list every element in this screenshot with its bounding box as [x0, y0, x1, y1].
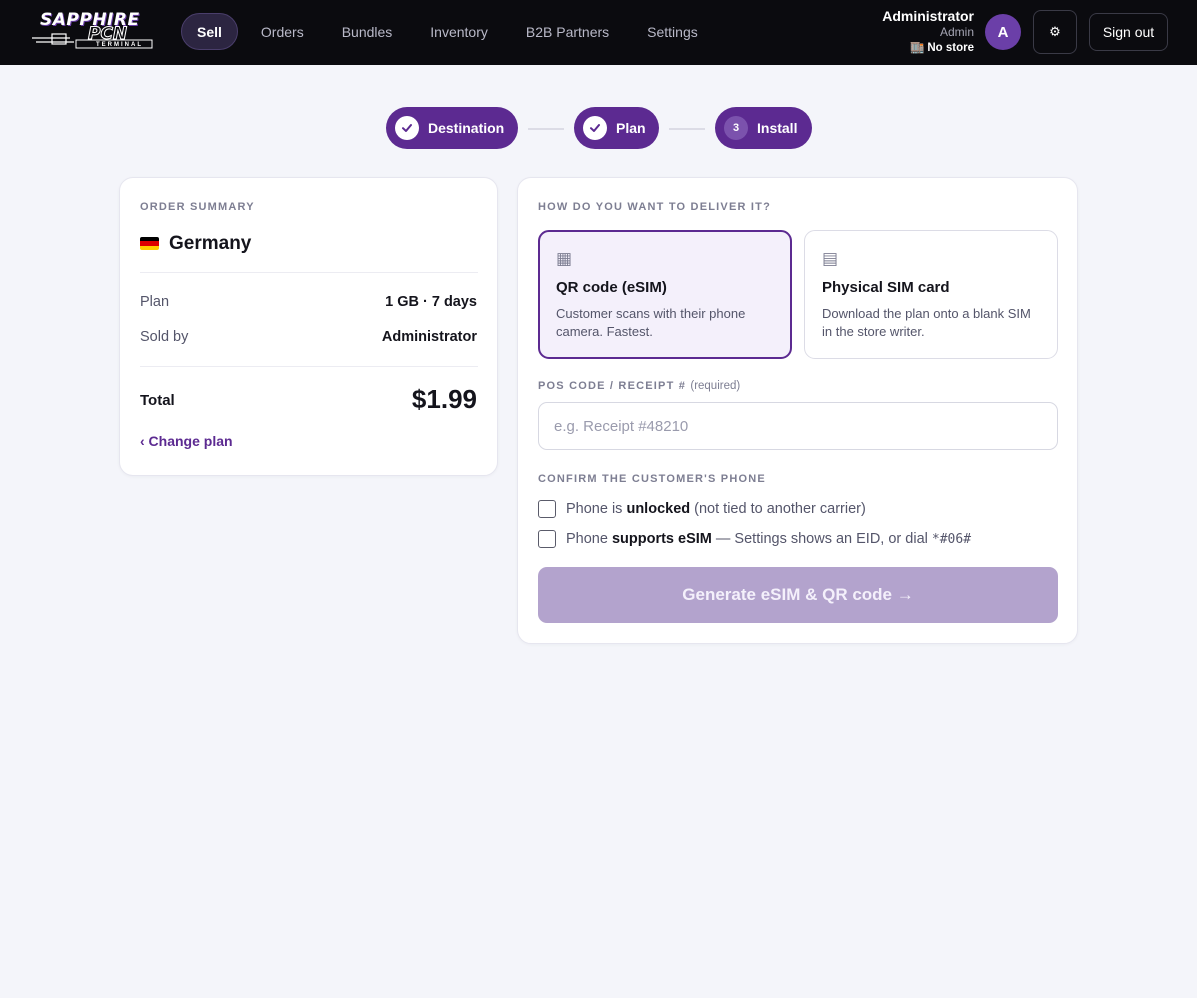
nav-settings[interactable]: Settings [628, 13, 717, 50]
divider [140, 272, 478, 273]
check-bold: supports eSIM [611, 531, 712, 547]
store-name: No store [927, 42, 974, 54]
nav-orders[interactable]: Orders [242, 13, 323, 50]
store-icon: 🏬 [910, 42, 925, 54]
germany-flag-icon [140, 237, 159, 250]
check-bold: unlocked [626, 501, 691, 517]
brand-logo[interactable]: SAPPHIRE PCN TERMINAL [30, 12, 162, 50]
step-label: Destination [428, 120, 505, 136]
pos-code-input[interactable] [538, 402, 1058, 450]
order-summary-heading: ORDER SUMMARY [140, 201, 255, 213]
pos-code-label: POS CODE / RECEIPT # (required) [538, 380, 740, 392]
nav-sell[interactable]: Sell [181, 13, 238, 50]
step-connector [669, 128, 705, 130]
option-description: Customer scans with their phone camera. … [556, 306, 746, 339]
nav-bundles[interactable]: Bundles [323, 13, 412, 50]
esim-support-checkbox[interactable] [538, 530, 556, 548]
avatar[interactable]: A [985, 14, 1021, 50]
user-store: 🏬 No store [882, 40, 974, 56]
settings-button[interactable]: ⚙ [1033, 10, 1077, 54]
step-install: 3 Install [715, 107, 812, 149]
logo-line2: PCN [87, 24, 128, 44]
delivery-option-qr-esim[interactable]: ▦ QR code (eSIM) Customer scans with the… [538, 230, 792, 359]
sold-by-value: Administrator [381, 329, 477, 345]
option-description: Download the plan onto a blank SIM in th… [822, 306, 1031, 339]
step-connector [528, 128, 564, 130]
check-suffix: — Settings shows an EID, or dial [711, 531, 932, 547]
check-icon [583, 116, 607, 140]
sign-out-button[interactable]: Sign out [1089, 13, 1168, 51]
step-label: Plan [616, 120, 646, 136]
esim-support-check-row[interactable]: Phone supports eSIM — Settings shows an … [538, 530, 971, 548]
required-hint: (required) [690, 380, 741, 392]
sold-by-label: Sold by [140, 329, 189, 345]
step-label: Install [757, 120, 798, 136]
top-bar: SAPPHIRE PCN TERMINAL Sell Orders Bundle… [0, 0, 1197, 65]
total-value: $1.99 [411, 384, 477, 414]
check-prefix: Phone is [566, 501, 627, 517]
delivery-heading: HOW DO YOU WANT TO DELIVER IT? [538, 201, 771, 213]
plan-label: Plan [140, 294, 170, 310]
dial-code: *#06# [931, 532, 972, 547]
check-suffix: (not tied to another carrier) [690, 501, 866, 517]
order-summary-card: ORDER SUMMARY Germany Plan 1 GB · 7 days… [119, 177, 498, 476]
nav-inventory[interactable]: Inventory [411, 13, 507, 50]
delivery-option-physical-sim[interactable]: ▤ Physical SIM card Download the plan on… [804, 230, 1058, 359]
qr-code-icon: ▦ [556, 249, 573, 268]
pos-code-label-text: POS CODE / RECEIPT # [538, 380, 687, 392]
flag-stripe [140, 245, 159, 250]
user-info: Administrator Admin 🏬 No store [882, 8, 974, 56]
destination-country: Germany [169, 233, 252, 254]
unlocked-check-row[interactable]: Phone is unlocked (not tied to another c… [538, 500, 866, 518]
check-icon [395, 116, 419, 140]
check-label: Phone supports eSIM — Settings shows an … [566, 531, 971, 547]
option-title: Physical SIM card [822, 279, 950, 296]
confirm-phone-heading: CONFIRM THE CUSTOMER'S PHONE [538, 473, 766, 485]
option-title: QR code (eSIM) [556, 279, 667, 296]
total-label: Total [140, 392, 175, 409]
divider [140, 366, 478, 367]
unlocked-checkbox[interactable] [538, 500, 556, 518]
nav-b2b-partners[interactable]: B2B Partners [507, 13, 628, 50]
check-label: Phone is unlocked (not tied to another c… [566, 501, 866, 517]
main-nav: Sell Orders Bundles Inventory B2B Partne… [181, 13, 717, 50]
plan-value: 1 GB · 7 days [385, 294, 477, 310]
user-name: Administrator [882, 8, 974, 24]
user-role: Admin [939, 25, 974, 39]
step-destination[interactable]: Destination [386, 107, 518, 149]
delivery-card: HOW DO YOU WANT TO DELIVER IT? ▦ QR code… [517, 177, 1078, 644]
check-prefix: Phone [566, 531, 612, 547]
gear-icon: ⚙ [1049, 24, 1061, 39]
generate-esim-button[interactable]: Generate eSIM & QR code → [538, 567, 1058, 623]
step-number: 3 [724, 116, 748, 140]
logo-line3: TERMINAL [96, 42, 143, 48]
change-plan-link[interactable]: ‹ Change plan [140, 433, 233, 449]
step-plan[interactable]: Plan [574, 107, 659, 149]
sim-card-icon: ▤ [822, 249, 839, 268]
